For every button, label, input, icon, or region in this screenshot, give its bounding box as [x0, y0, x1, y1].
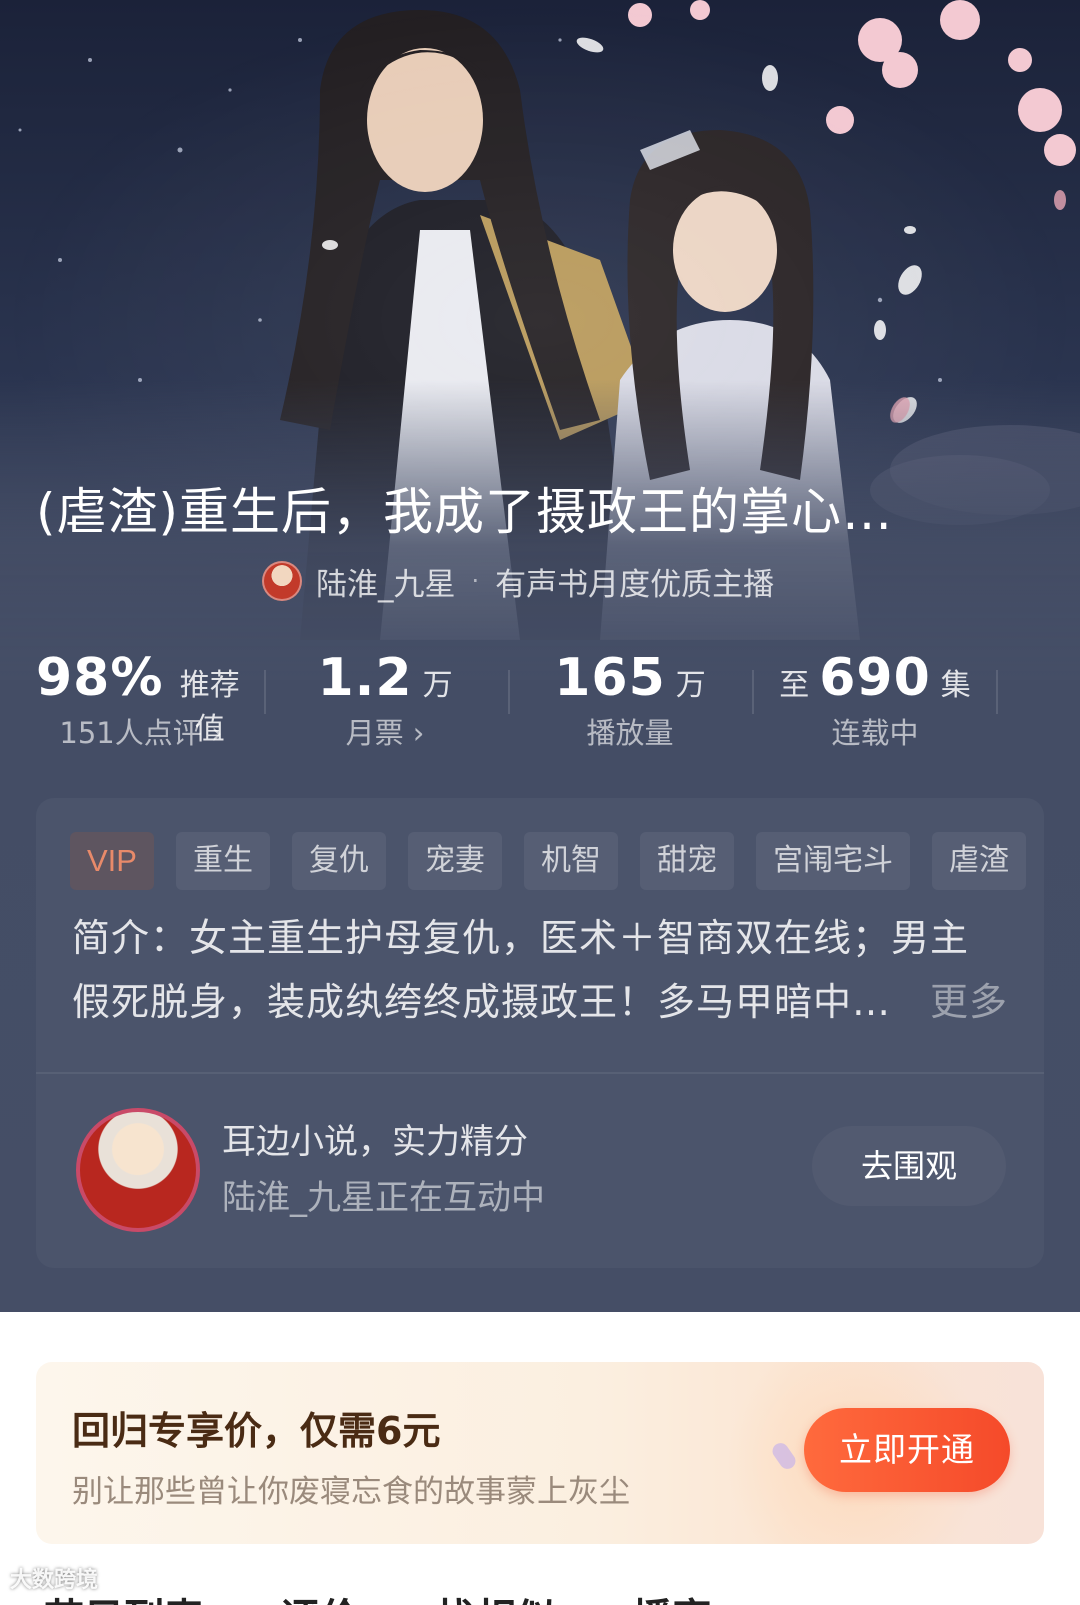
stats-row: 98% 推荐值 151人点评 › 1.2 万 月票 › 165 万 播放量 至: [0, 648, 1080, 750]
anchor-name[interactable]: 陆淮_九星: [316, 559, 456, 604]
open-now-button[interactable]: 立即开通: [804, 1408, 1010, 1492]
stat-ticket-sub[interactable]: 月票 ›: [290, 710, 480, 752]
tag-item[interactable]: 宠妻: [407, 832, 502, 890]
tag-item[interactable]: 虐渣: [931, 832, 1026, 890]
tag-item[interactable]: 复仇: [291, 832, 386, 890]
interaction-title: 耳边小说，实力精分: [222, 1122, 528, 1162]
info-card: VIP 重生 复仇 宠妻 机智 甜宠 宫闱宅斗 虐渣 简介：女主重生护母复仇，医…: [36, 798, 1044, 1268]
vip-promo-banner[interactable]: 回归专享价，仅需6元 别让那些曾让你废寝忘食的故事蒙上灰尘 立即开通: [36, 1362, 1044, 1544]
stat-plays-unit: 万: [675, 668, 706, 703]
anchor-avatar[interactable]: [262, 561, 302, 601]
tag-item[interactable]: 重生: [175, 832, 270, 890]
tag-item[interactable]: 机智: [523, 832, 618, 890]
stat-recommend-value: 98%: [36, 648, 164, 708]
tag-vip[interactable]: VIP: [70, 832, 154, 890]
stat-monthly-ticket[interactable]: 1.2 万 月票 ›: [290, 648, 480, 752]
stat-plays: 165 万 播放量: [530, 648, 730, 752]
stat-divider: [508, 670, 510, 714]
stat-divider: [996, 670, 998, 714]
stat-episodes-sub: 连载中: [831, 716, 919, 750]
tag-item[interactable]: 宫闱宅斗: [755, 832, 910, 890]
stat-divider: [752, 670, 754, 714]
anchor-line[interactable]: 陆淮_九星 · 有声书月度优质主播: [262, 558, 774, 604]
separator-dot: ·: [471, 567, 480, 595]
hero-section: (虐渣)重生后，我成了摄政王的掌心… 陆淮_九星 · 有声书月度优质主播 98%…: [0, 0, 1080, 1312]
intro-text[interactable]: 简介：女主重生护母复仇，医术＋智商双在线；男主 假死脱身，装成纨绔终成摄政王！多…: [72, 906, 1008, 1034]
promo-title: 回归专享价，仅需6元: [72, 1409, 441, 1453]
tag-item[interactable]: 甜宠: [639, 832, 734, 890]
stat-ticket-value: 1.2: [317, 648, 413, 708]
stat-episodes-prefix: 至: [779, 668, 810, 703]
book-title: (虐渣)重生后，我成了摄政王的掌心…: [36, 483, 894, 541]
stat-divider: [264, 670, 266, 714]
stat-recommend-sub[interactable]: 151人点评 ›: [36, 710, 246, 752]
tab-podcast[interactable]: 播客: [632, 1586, 712, 1605]
tag-list[interactable]: VIP 重生 复仇 宠妻 机智 甜宠 宫闱宅斗 虐渣: [70, 832, 1044, 890]
tab-similar[interactable]: 找相似: [436, 1586, 556, 1605]
stat-episodes: 至 690 集 连载中: [770, 648, 980, 752]
intro-line-1: 简介：女主重生护母复仇，医术＋智商双在线；男主: [72, 916, 970, 960]
intro-more-link[interactable]: 更多: [930, 970, 1008, 1034]
content-tabs: 节目列表 评价 找相似 播客: [44, 1586, 788, 1605]
anchor-badge: 有声书月度优质主播: [495, 566, 775, 603]
stat-episodes-unit: 集: [940, 668, 971, 703]
stat-ticket-unit: 万: [422, 668, 453, 703]
stat-episodes-value: 690: [819, 648, 931, 708]
interaction-subtitle: 陆淮_九星正在互动中: [222, 1178, 545, 1218]
promo-subtitle: 别让那些曾让你废寝忘食的故事蒙上灰尘: [72, 1474, 630, 1510]
intro-line-2: 假死脱身，装成纨绔终成摄政王！多马甲暗中…: [72, 980, 892, 1024]
stat-plays-value: 165: [554, 648, 666, 708]
stat-plays-sub: 播放量: [586, 716, 674, 750]
go-watch-button[interactable]: 去围观: [812, 1126, 1006, 1206]
stat-recommend[interactable]: 98% 推荐值 151人点评 ›: [36, 648, 246, 752]
anchor-live-avatar[interactable]: [76, 1108, 200, 1232]
card-divider: [36, 1072, 1044, 1074]
watermark: 大数跨境: [10, 1568, 99, 1593]
tab-reviews[interactable]: 评价: [280, 1586, 360, 1605]
